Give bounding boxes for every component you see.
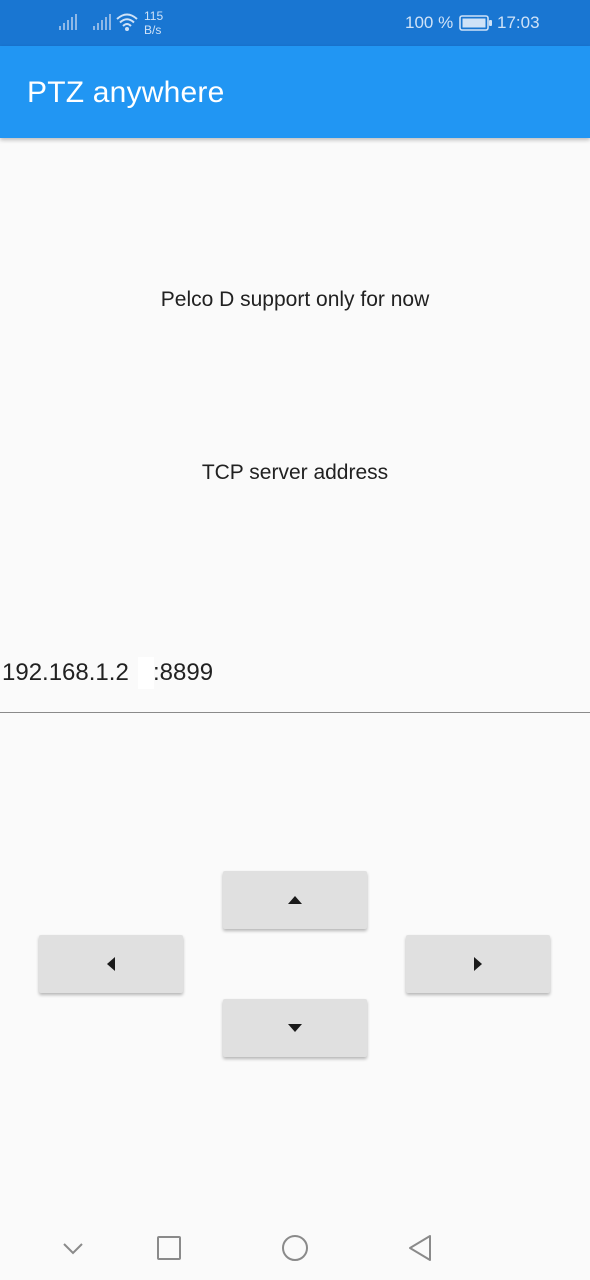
navigation-bar xyxy=(0,1216,590,1280)
battery-percent: 100 % xyxy=(405,13,454,32)
battery-icon xyxy=(459,15,492,31)
signal-icon xyxy=(59,14,77,30)
signal-icon xyxy=(93,14,111,30)
arrow-up-icon xyxy=(288,896,302,904)
pan-down-button[interactable] xyxy=(223,999,367,1057)
net-speed: 115 B/s xyxy=(144,9,174,37)
arrow-down-icon xyxy=(288,1024,302,1032)
recents-button[interactable] xyxy=(154,1233,184,1263)
arrow-right-icon xyxy=(474,957,482,971)
back-icon xyxy=(409,1235,431,1261)
wifi-icon xyxy=(116,13,138,31)
home-icon xyxy=(282,1235,308,1261)
cursor-gap xyxy=(138,657,154,689)
support-note: Pelco D support only for now xyxy=(160,288,430,311)
collapse-button[interactable] xyxy=(58,1233,88,1263)
home-button[interactable] xyxy=(280,1233,310,1263)
chevron-down-icon xyxy=(63,1243,83,1255)
status-bar: 115 B/s 100 % 17:03 xyxy=(0,0,590,46)
net-speed-value: 115 xyxy=(144,9,164,23)
address-field[interactable]: 192.168.1.2 :8899 xyxy=(0,656,590,713)
pan-right-button[interactable] xyxy=(406,935,550,993)
clock: 17:03 xyxy=(497,13,540,32)
back-button[interactable] xyxy=(405,1233,435,1263)
arrow-left-icon xyxy=(107,957,115,971)
net-speed-unit: B/s xyxy=(144,23,162,37)
pan-left-button[interactable] xyxy=(39,935,183,993)
app-title: PTZ anywhere xyxy=(27,76,225,109)
port-input[interactable]: :8899 xyxy=(153,656,213,690)
app-bar: PTZ anywhere xyxy=(0,46,590,138)
recents-icon xyxy=(157,1236,181,1260)
ip-address-input[interactable]: 192.168.1.2 xyxy=(2,656,129,690)
tcp-server-label: TCP server address xyxy=(201,461,389,484)
pan-up-button[interactable] xyxy=(223,871,367,929)
